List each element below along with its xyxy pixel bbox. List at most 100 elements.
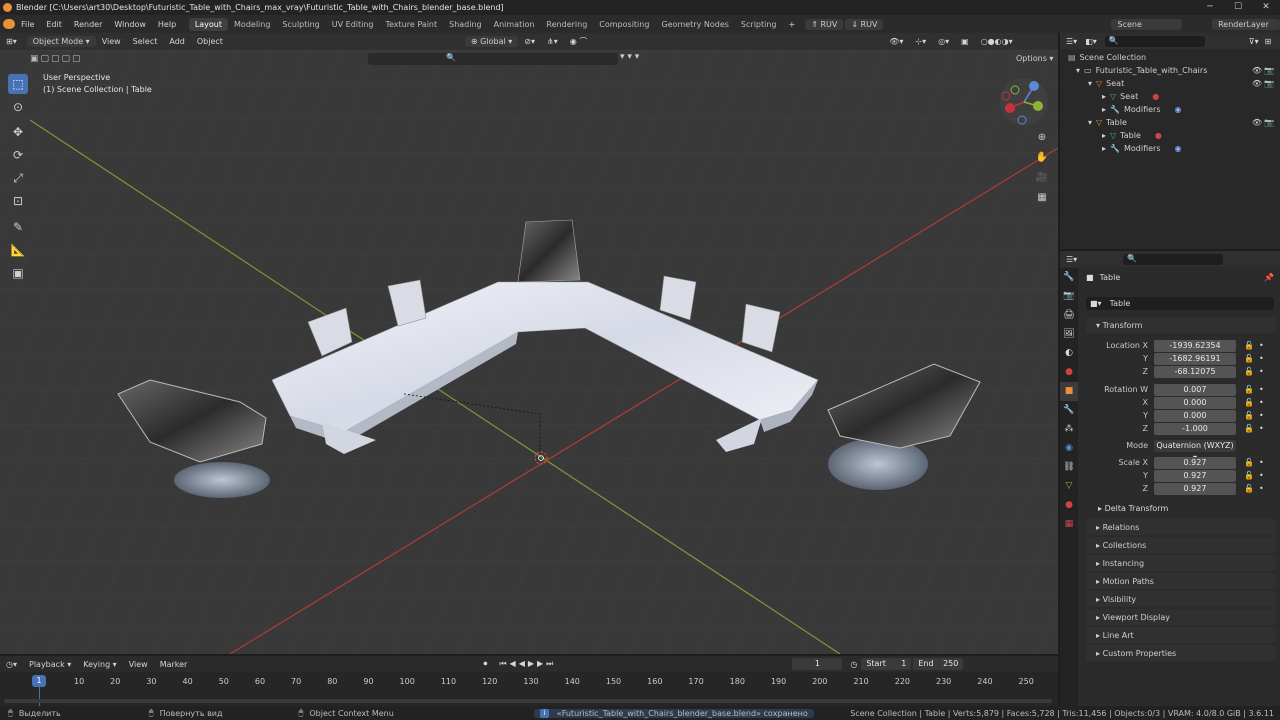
data-tab-icon[interactable]: ▽ (1060, 477, 1078, 496)
scale-tool-icon[interactable]: ⤢ (8, 168, 28, 188)
menu-select[interactable]: Select (127, 37, 164, 46)
timeline-marker-menu[interactable]: Marker (154, 660, 194, 669)
world-tab-icon[interactable]: ● (1060, 363, 1078, 382)
lock-icon[interactable]: 🔓 (1244, 385, 1254, 394)
modifier-tab-icon[interactable]: 🔧 (1060, 401, 1078, 420)
panel-viewport-display[interactable]: ▸ Viewport Display (1086, 609, 1276, 625)
transform-tool-icon[interactable]: ⊡ (8, 191, 28, 211)
outliner-row-table[interactable]: ▾ ▽ Table 👁 📷 (1060, 116, 1280, 129)
filter-icon[interactable]: ⊽▾ (1249, 37, 1259, 46)
properties-editor-icon[interactable]: ☰▾ (1066, 255, 1077, 264)
panel-visibility[interactable]: ▸ Visibility (1086, 591, 1276, 607)
scene-selector[interactable]: Scene (1111, 18, 1183, 30)
timeline-scrollbar[interactable] (4, 699, 1052, 703)
view-layer-tab-icon[interactable]: 🖼 (1060, 325, 1078, 344)
render-layer-selector[interactable]: RenderLayer (1212, 18, 1280, 30)
timeline-editor-icon[interactable]: ◷▾ (0, 660, 23, 669)
eye-icon[interactable]: 👁 (1252, 118, 1262, 127)
select-mode-icons[interactable]: ▣▢▢▢▢ (30, 54, 83, 64)
maximize-icon[interactable]: ☐ (1224, 0, 1252, 15)
tab-shading[interactable]: Shading (443, 18, 488, 31)
scale-z-field[interactable]: 0.927 (1154, 482, 1236, 495)
move-tool-icon[interactable]: ✥ (8, 122, 28, 142)
tab-compositing[interactable]: Compositing (593, 18, 655, 31)
outliner-row-table-mesh[interactable]: ▸ ▽ Table ● (1060, 129, 1280, 142)
location-z-field[interactable]: -68.12075 (1154, 365, 1236, 378)
shading-modes-icon[interactable]: ○●◐◑▾ (975, 37, 1019, 46)
scale-y-field[interactable]: 0.927 (1154, 469, 1236, 482)
viewport-filter-icons[interactable]: ▾ ▾ ▾ (620, 52, 639, 62)
tool-tab-icon[interactable]: 🔧 (1060, 268, 1078, 287)
location-y-field[interactable]: -1682.96191 (1154, 352, 1236, 365)
object-name-field[interactable]: ■▾ Table (1086, 297, 1274, 310)
lock-icon[interactable]: 🔓 (1244, 341, 1254, 350)
location-x-field[interactable]: -1939.62354 (1154, 339, 1236, 352)
camera-toggle-icon[interactable]: 📷 (1264, 66, 1274, 75)
tab-rendering[interactable]: Rendering (540, 18, 593, 31)
panel-custom-properties[interactable]: ▸ Custom Properties (1086, 645, 1276, 661)
eye-icon[interactable]: 👁 (1252, 79, 1262, 88)
eye-icon[interactable]: 👁 (1252, 66, 1262, 75)
panel-relations[interactable]: ▸ Relations (1086, 519, 1276, 535)
tab-scripting[interactable]: Scripting (735, 18, 783, 31)
panel-collections[interactable]: ▸ Collections (1086, 537, 1276, 553)
pan-hand-icon[interactable]: ✋ (1034, 148, 1050, 168)
lock-icon[interactable]: 🔓 (1244, 354, 1254, 363)
close-icon[interactable]: ✕ (1252, 0, 1280, 15)
pin-icon[interactable]: 📌 (1264, 273, 1274, 282)
rotation-w-field[interactable]: 0.007 (1154, 383, 1236, 396)
tab-texture-paint[interactable]: Texture Paint (380, 18, 444, 31)
outliner-row-seat[interactable]: ▾ ▽ Seat 👁 📷 (1060, 77, 1280, 90)
menu-help[interactable]: Help (152, 20, 182, 29)
properties-search[interactable]: 🔍 (1123, 253, 1224, 265)
options-button[interactable]: Options ▾ (1010, 53, 1058, 64)
outliner-row-collection[interactable]: ▾ ▭ Futuristic_Table_with_Chairs 👁 📷 (1060, 64, 1280, 77)
blender-menu-icon[interactable] (3, 19, 15, 29)
add-cube-tool-icon[interactable]: ▣ (8, 263, 28, 283)
output-tab-icon[interactable]: 🖨 (1060, 306, 1078, 325)
scene-tab-icon[interactable]: ◐ (1060, 344, 1078, 363)
menu-object[interactable]: Object (191, 37, 229, 46)
material-tab-icon[interactable]: ● (1060, 496, 1078, 515)
render-tab-icon[interactable]: 📷 (1060, 287, 1078, 306)
outliner-row-scene-collection[interactable]: ▤ Scene Collection (1060, 51, 1280, 64)
tab-uv-editing[interactable]: UV Editing (326, 18, 380, 31)
tab-animation[interactable]: Animation (488, 18, 541, 31)
camera-toggle-icon[interactable]: 📷 (1264, 79, 1274, 88)
measure-tool-icon[interactable]: 📐 (8, 240, 28, 260)
tab-geometry-nodes[interactable]: Geometry Nodes (655, 18, 734, 31)
lock-icon[interactable]: 🔓 (1244, 424, 1254, 433)
tab-layout[interactable]: Layout (188, 17, 229, 31)
lock-icon[interactable]: 🔓 (1244, 484, 1254, 493)
pivot-icon[interactable]: ⊘▾ (518, 37, 541, 46)
proportional-edit-icon[interactable]: ◉ ⌒ (564, 36, 594, 47)
display-mode-icon[interactable]: ◧▾ (1085, 37, 1097, 46)
rotation-y-field[interactable]: 0.000 (1154, 409, 1236, 422)
menu-edit[interactable]: Edit (40, 20, 68, 29)
overlay-icon[interactable]: ◎▾ (932, 37, 955, 46)
object-tab-icon[interactable]: ■ (1060, 382, 1078, 401)
end-frame-field[interactable]: End 250 (913, 658, 964, 670)
rotation-mode-dropdown[interactable]: Quaternion (WXYZ) ▾ (1154, 439, 1236, 462)
delta-transform-subpanel[interactable]: ▸ Delta Transform (1098, 504, 1168, 513)
playback-menu[interactable]: Playback ▾ (23, 660, 77, 669)
menu-file[interactable]: File (15, 20, 40, 29)
transform-panel-header[interactable]: ▾ Transform (1086, 317, 1276, 333)
start-frame-field[interactable]: Start 1 (861, 658, 912, 670)
keying-menu[interactable]: Keying ▾ (77, 660, 122, 669)
current-frame-field[interactable]: 1 (792, 658, 843, 670)
record-icon[interactable]: ⏺ (483, 659, 487, 669)
3d-viewport[interactable]: ⬚ ⊙ ✥ ⟳ ⤢ ⊡ ✎ 📐 ▣ ▣▢▢▢▢ User Perspective… (0, 50, 1058, 654)
outliner-editor-icon[interactable]: ☰▾ (1066, 37, 1077, 46)
panel-instancing[interactable]: ▸ Instancing (1086, 555, 1276, 571)
lock-icon[interactable]: 🔓 (1244, 411, 1254, 420)
outliner-search[interactable]: 🔍 (1104, 35, 1205, 47)
rotation-z-field[interactable]: -1.000 (1154, 422, 1236, 435)
transform-orientation-dropdown[interactable]: ⊕ Global ▾ (464, 36, 519, 47)
visibility-icon[interactable]: 👁▾ (883, 37, 909, 46)
rotate-tool-icon[interactable]: ⟳ (8, 145, 28, 165)
minimize-icon[interactable]: ─ (1196, 0, 1224, 15)
scale-x-field[interactable]: 0.927 (1154, 456, 1236, 469)
outliner-row-seat-modifiers[interactable]: ▸ 🔧 Modifiers ◉ (1060, 103, 1280, 116)
lock-icon[interactable]: 🔓 (1244, 458, 1254, 467)
